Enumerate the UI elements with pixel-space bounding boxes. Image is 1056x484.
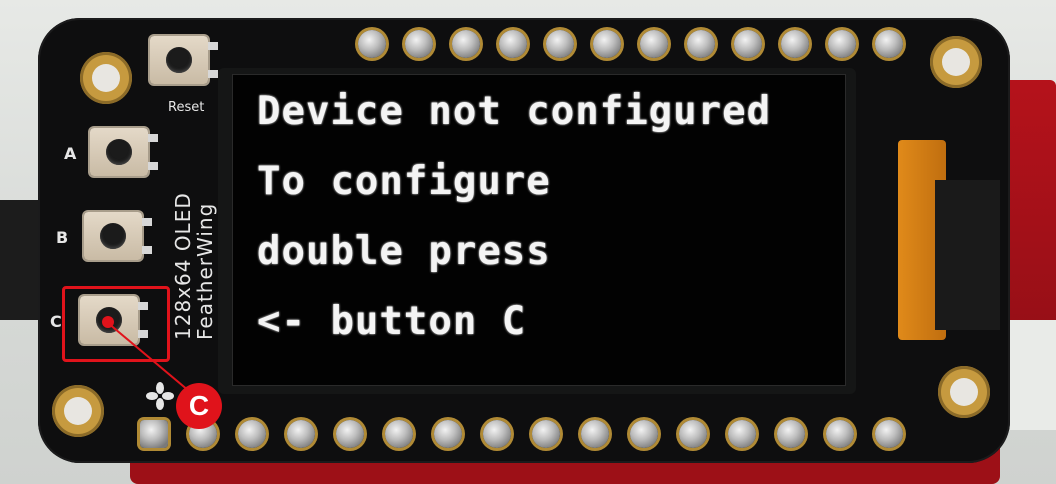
- header-pin: [828, 30, 856, 58]
- header-pin: [593, 30, 621, 58]
- header-pin: [875, 420, 903, 448]
- header-pin: [826, 420, 854, 448]
- header-pin: [781, 30, 809, 58]
- silkscreen-model: 128x64 OLED: [171, 192, 195, 340]
- button-a[interactable]: [90, 128, 158, 176]
- button-c-highlight: [62, 286, 170, 362]
- header-pin: [405, 30, 433, 58]
- header-pin: [546, 30, 574, 58]
- oled-line-1: Device not configured: [257, 89, 772, 134]
- header-pin: [734, 30, 762, 58]
- button-leg: [148, 134, 158, 142]
- header-pin: [358, 30, 386, 58]
- adafruit-flower-icon: [146, 382, 174, 410]
- annotation-badge: C: [176, 383, 222, 429]
- header-pin: [875, 30, 903, 58]
- header-pin: [777, 420, 805, 448]
- button-b[interactable]: [84, 212, 152, 260]
- button-leg: [142, 246, 152, 254]
- mount-hole-top-right: [930, 36, 982, 88]
- header-pin: [483, 420, 511, 448]
- oled-line-2: To configure: [257, 159, 551, 204]
- mount-hole-top-left: [80, 52, 132, 104]
- header-pin: [679, 420, 707, 448]
- button-b-label: B: [56, 228, 69, 247]
- button-leg: [142, 218, 152, 226]
- reset-button-cap: [166, 47, 192, 73]
- flex-connector: [935, 180, 1000, 330]
- header-pin: [728, 420, 756, 448]
- silkscreen-name: FeatherWing: [193, 202, 217, 340]
- oled-line-4: <- button C: [257, 299, 527, 344]
- header-pin: [238, 420, 266, 448]
- header-pin: [452, 30, 480, 58]
- button-leg: [208, 70, 218, 78]
- header-pin: [287, 420, 315, 448]
- header-pin: [532, 420, 560, 448]
- header-pin: [581, 420, 609, 448]
- oled-screen: Device not configured To configure doubl…: [232, 74, 846, 386]
- button-leg: [208, 42, 218, 50]
- header-pin: [630, 420, 658, 448]
- mount-hole-bottom-right: [938, 366, 990, 418]
- header-pin: [687, 30, 715, 58]
- header-pin: [385, 420, 413, 448]
- white-connector: [1010, 320, 1056, 430]
- header-pin: [434, 420, 462, 448]
- button-a-label: A: [64, 144, 77, 163]
- button-b-cap: [100, 223, 126, 249]
- mount-hole-bottom-left: [52, 385, 104, 437]
- button-a-cap: [106, 139, 132, 165]
- reset-button[interactable]: [150, 36, 218, 84]
- header-pin: [499, 30, 527, 58]
- header-pin: [640, 30, 668, 58]
- oled-line-3: double press: [257, 229, 551, 274]
- button-c-label: C: [50, 312, 62, 331]
- header-pin: [140, 420, 168, 448]
- button-leg: [148, 162, 158, 170]
- reset-label: Reset: [168, 100, 205, 115]
- header-pin: [336, 420, 364, 448]
